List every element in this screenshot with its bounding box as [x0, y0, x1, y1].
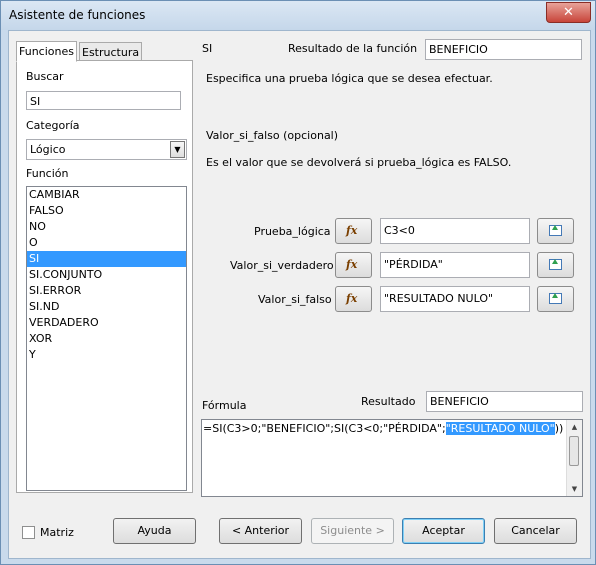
argument-title: Valor_si_falso (opcional)	[206, 129, 339, 142]
search-label: Buscar	[26, 70, 64, 83]
function-result-label: Resultado de la función	[288, 42, 418, 55]
list-item[interactable]: SI.ERROR	[27, 283, 186, 299]
result-label: Resultado	[361, 395, 416, 408]
list-item[interactable]: O	[27, 235, 186, 251]
arg-label-valor-si-verdadero: Valor_si_verdadero	[230, 259, 334, 272]
list-item[interactable]: NO	[27, 219, 186, 235]
fx-icon: fx	[346, 292, 358, 305]
fx-button-prueba-logica[interactable]: fx	[335, 218, 372, 244]
formula-editor[interactable]: =SI(C3>0;"BENEFICIO";SI(C3<0;"PÉRDIDA";"…	[201, 419, 583, 497]
fx-button-valor-si-verdadero[interactable]: fx	[335, 252, 372, 278]
tab-estructura[interactable]: Estructura	[79, 42, 143, 62]
cancel-button[interactable]: Cancelar	[494, 518, 577, 544]
formula-scrollbar[interactable]: ▲ ▼	[566, 420, 582, 496]
title-bar[interactable]: Asistente de funciones ✕	[1, 1, 595, 30]
result-field[interactable]: BENEFICIO	[426, 391, 583, 412]
formula-selection: "RESULTADO NULO"	[445, 422, 555, 435]
function-label: Función	[26, 167, 69, 180]
ok-button[interactable]: Aceptar	[402, 518, 485, 544]
category-label: Categoría	[26, 119, 80, 132]
scroll-down-icon[interactable]: ▼	[567, 482, 582, 496]
list-item[interactable]: SI.CONJUNTO	[27, 267, 186, 283]
function-result-field[interactable]: BENEFICIO	[425, 39, 582, 60]
list-item[interactable]: VERDADERO	[27, 315, 186, 331]
arg-input-valor-si-verdadero[interactable]: "PÉRDIDA"	[380, 252, 530, 278]
list-item[interactable]: CAMBIAR	[27, 187, 186, 203]
arg-label-prueba-logica: Prueba_lógica	[254, 225, 331, 238]
formula-text[interactable]: =SI(C3>0;"BENEFICIO";SI(C3<0;"PÉRDIDA";"…	[203, 422, 563, 435]
list-item[interactable]: FALSO	[27, 203, 186, 219]
shrink-icon	[549, 259, 562, 270]
shrink-icon	[549, 225, 562, 236]
list-item[interactable]: SI	[27, 251, 186, 267]
fx-icon: fx	[346, 258, 358, 271]
category-select[interactable]: Lógico ▼	[26, 139, 187, 160]
close-icon: ✕	[563, 5, 574, 20]
shrink-button-valor-si-falso[interactable]	[537, 286, 574, 312]
arg-input-prueba-logica[interactable]: C3<0	[380, 218, 530, 244]
dialog-body: Funciones Estructura Buscar SI Categoría…	[8, 30, 591, 559]
arg-input-valor-si-falso[interactable]: "RESULTADO NULO"	[380, 286, 530, 312]
tab-funciones[interactable]: Funciones	[16, 41, 77, 62]
chevron-down-icon[interactable]: ▼	[170, 141, 185, 158]
matrix-label: Matriz	[40, 526, 74, 539]
shrink-icon	[549, 293, 562, 304]
function-description: Especifica una prueba lógica que se dese…	[206, 72, 493, 85]
close-button[interactable]: ✕	[546, 2, 591, 23]
list-item[interactable]: XOR	[27, 331, 186, 347]
function-listbox[interactable]: CAMBIAR FALSO NO O SI SI.CONJUNTO SI.ERROR SI.N…	[26, 186, 187, 491]
fx-button-valor-si-falso[interactable]: fx	[335, 286, 372, 312]
next-button[interactable]: Siguiente >	[311, 518, 394, 544]
arg-label-valor-si-falso: Valor_si_falso	[258, 293, 332, 306]
formula-label: Fórmula	[202, 399, 247, 412]
scroll-thumb[interactable]	[569, 436, 579, 466]
shrink-button-valor-si-verdadero[interactable]	[537, 252, 574, 278]
function-name: SI	[202, 42, 213, 55]
window-title: Asistente de funciones	[9, 8, 146, 22]
list-item[interactable]: Y	[27, 347, 186, 363]
fx-icon: fx	[346, 224, 358, 237]
list-item[interactable]: SI.ND	[27, 299, 186, 315]
shrink-button-prueba-logica[interactable]	[537, 218, 574, 244]
scroll-up-icon[interactable]: ▲	[567, 420, 582, 434]
function-wizard-window: Asistente de funciones ✕ Funciones Estru…	[0, 0, 596, 565]
functions-panel: Buscar SI Categoría Lógico ▼ Función CAM…	[16, 60, 193, 493]
category-value: Lógico	[30, 143, 66, 156]
argument-description: Es el valor que se devolverá si prueba_l…	[206, 156, 512, 169]
back-button[interactable]: < Anterior	[219, 518, 302, 544]
matrix-checkbox[interactable]	[22, 526, 35, 539]
search-input[interactable]: SI	[26, 91, 181, 110]
help-button[interactable]: Ayuda	[113, 518, 196, 544]
